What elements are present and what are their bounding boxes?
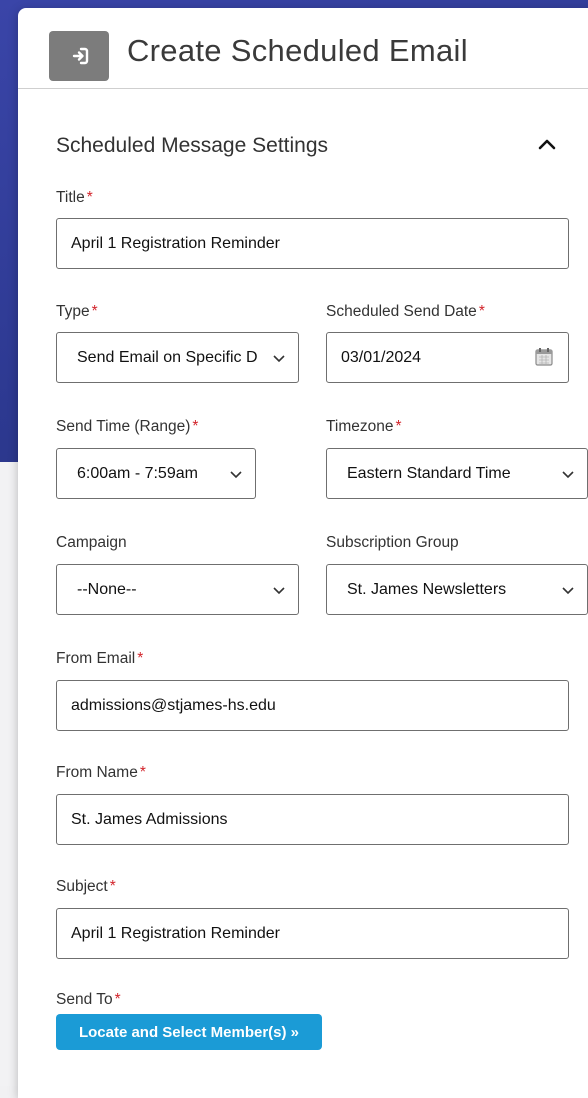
title-label: Title * — [56, 189, 93, 206]
type-select-value: Send Email on Specific D — [77, 348, 258, 366]
timezone-select[interactable]: Eastern Standard Time — [326, 448, 588, 499]
calendar-icon[interactable] — [534, 347, 554, 367]
required-marker: * — [114, 991, 121, 1008]
required-marker: * — [192, 418, 199, 435]
chevron-down-icon — [562, 471, 574, 479]
send-date-field[interactable]: 03/01/2024 — [326, 332, 569, 383]
required-marker: * — [91, 303, 98, 320]
chevron-down-icon — [273, 355, 285, 363]
back-button[interactable] — [49, 31, 109, 81]
type-label: Type * — [56, 303, 98, 320]
chevron-down-icon — [562, 587, 574, 595]
required-marker: * — [86, 189, 93, 206]
chevron-up-icon[interactable] — [534, 134, 560, 154]
subscription-group-value: St. James Newsletters — [347, 580, 507, 598]
send-to-label: Send To * — [56, 991, 121, 1008]
section-title: Scheduled Message Settings — [56, 134, 329, 157]
send-time-select[interactable]: 6:00am - 7:59am — [56, 448, 256, 499]
chevron-down-icon — [273, 587, 285, 595]
send-date-label: Scheduled Send Date * — [326, 303, 485, 320]
subject-field[interactable]: April 1 Registration Reminder — [56, 908, 569, 959]
required-marker: * — [395, 418, 402, 435]
send-time-value: 6:00am - 7:59am — [77, 464, 198, 482]
timezone-value: Eastern Standard Time — [347, 464, 511, 482]
subscription-group-select[interactable]: St. James Newsletters — [326, 564, 588, 615]
sign-in-icon — [72, 47, 89, 65]
required-marker: * — [137, 650, 144, 667]
modal-header: Create Scheduled Email — [18, 8, 588, 89]
title-field[interactable]: April 1 Registration Reminder — [56, 218, 569, 269]
scheduled-email-modal: Create Scheduled Email Scheduled Message… — [18, 8, 588, 1098]
required-marker: * — [109, 878, 116, 895]
chevron-down-icon — [230, 471, 242, 479]
from-name-label: From Name * — [56, 764, 146, 781]
subject-label: Subject * — [56, 878, 116, 895]
page-title: Create Scheduled Email — [127, 33, 468, 68]
type-select[interactable]: Send Email on Specific D — [56, 332, 299, 383]
subscription-group-label: Subscription Group — [326, 534, 459, 551]
timezone-label: Timezone * — [326, 418, 402, 435]
campaign-select[interactable]: --None-- — [56, 564, 299, 615]
required-marker: * — [139, 764, 146, 781]
campaign-value: --None-- — [77, 580, 137, 598]
required-marker: * — [478, 303, 485, 320]
from-email-label: From Email * — [56, 650, 144, 667]
from-name-field[interactable]: St. James Admissions — [56, 794, 569, 845]
locate-members-button[interactable]: Locate and Select Member(s) » — [56, 1014, 322, 1050]
send-date-value: 03/01/2024 — [341, 348, 422, 366]
send-time-label: Send Time (Range) * — [56, 418, 199, 435]
campaign-label: Campaign — [56, 534, 127, 551]
from-email-field[interactable]: admissions@stjames-hs.edu — [56, 680, 569, 731]
